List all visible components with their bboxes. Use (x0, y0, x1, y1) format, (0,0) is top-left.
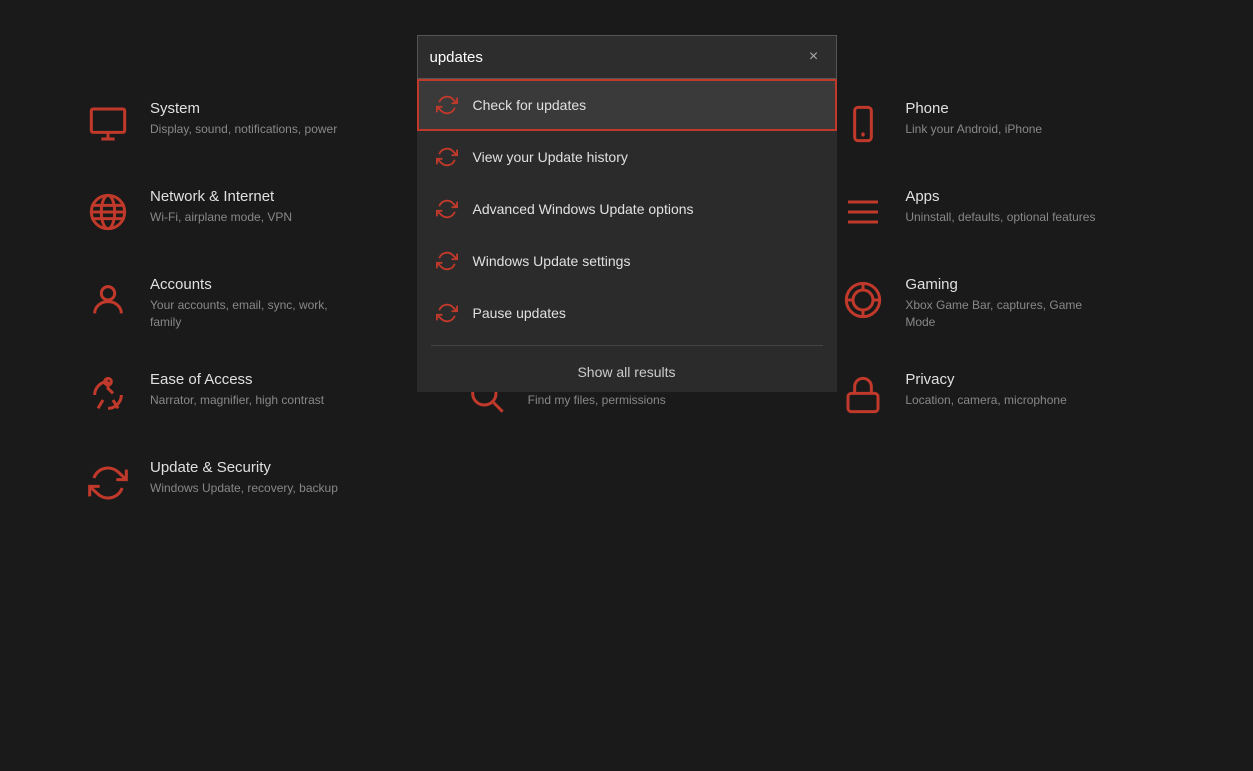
settings-item-apps[interactable]: Apps Uninstall, defaults, optional featu… (815, 168, 1193, 256)
result-update-icon-4 (433, 247, 461, 275)
accounts-subtitle: Your accounts, email, sync, work, family (150, 297, 350, 331)
ease-of-access-icon (84, 371, 132, 419)
apps-icon (839, 188, 887, 236)
settings-item-update-security[interactable]: Update & Security Windows Update, recove… (60, 439, 438, 527)
phone-icon (839, 100, 887, 148)
search-overlay: × Check for updates View your Update his… (417, 35, 837, 392)
result-label-check-for-updates: Check for updates (473, 97, 587, 113)
result-update-icon-3 (433, 195, 461, 223)
update-security-title: Update & Security (150, 459, 338, 476)
search-dropdown: Check for updates View your Update histo… (417, 79, 837, 392)
result-view-update-history[interactable]: View your Update history (417, 131, 837, 183)
search-divider (431, 345, 823, 346)
update-icon (84, 459, 132, 507)
search-clear-button[interactable]: × (804, 47, 824, 67)
settings-item-phone[interactable]: Phone Link your Android, iPhone (815, 80, 1193, 168)
system-title: System (150, 100, 337, 117)
settings-item-network[interactable]: Network & Internet Wi-Fi, airplane mode,… (60, 168, 438, 256)
settings-item-gaming[interactable]: Gaming Xbox Game Bar, captures, Game Mod… (815, 256, 1193, 351)
search-subtitle: Find my files, permissions (528, 392, 666, 409)
settings-item-ease-of-access[interactable]: Ease of Access Narrator, magnifier, high… (60, 351, 438, 439)
phone-subtitle: Link your Android, iPhone (905, 121, 1042, 138)
show-all-results-button[interactable]: Show all results (417, 352, 837, 392)
gaming-title: Gaming (905, 276, 1105, 293)
result-label-pause-updates: Pause updates (473, 305, 566, 321)
ease-of-access-title: Ease of Access (150, 371, 324, 388)
result-update-icon-2 (433, 143, 461, 171)
network-title: Network & Internet (150, 188, 292, 205)
result-windows-update-settings[interactable]: Windows Update settings (417, 235, 837, 287)
phone-title: Phone (905, 100, 1042, 117)
privacy-icon (839, 371, 887, 419)
network-subtitle: Wi-Fi, airplane mode, VPN (150, 209, 292, 226)
privacy-title: Privacy (905, 371, 1066, 388)
apps-title: Apps (905, 188, 1095, 205)
result-label-advanced-update-options: Advanced Windows Update options (473, 201, 694, 217)
ease-of-access-subtitle: Narrator, magnifier, high contrast (150, 392, 324, 409)
settings-item-system[interactable]: System Display, sound, notifications, po… (60, 80, 438, 168)
result-pause-updates[interactable]: Pause updates (417, 287, 837, 339)
result-check-for-updates[interactable]: Check for updates (417, 79, 837, 131)
result-update-icon-5 (433, 299, 461, 327)
globe-icon (84, 188, 132, 236)
search-input[interactable] (430, 49, 804, 66)
update-security-subtitle: Windows Update, recovery, backup (150, 480, 338, 497)
gaming-icon (839, 276, 887, 324)
result-update-icon-1 (433, 91, 461, 119)
settings-item-accounts[interactable]: Accounts Your accounts, email, sync, wor… (60, 256, 438, 351)
result-label-view-update-history: View your Update history (473, 149, 628, 165)
settings-item-privacy[interactable]: Privacy Location, camera, microphone (815, 351, 1193, 439)
monitor-icon (84, 100, 132, 148)
result-advanced-update-options[interactable]: Advanced Windows Update options (417, 183, 837, 235)
result-label-windows-update-settings: Windows Update settings (473, 253, 631, 269)
accounts-title: Accounts (150, 276, 350, 293)
search-box: × (417, 35, 837, 79)
apps-subtitle: Uninstall, defaults, optional features (905, 209, 1095, 226)
gaming-subtitle: Xbox Game Bar, captures, Game Mode (905, 297, 1105, 331)
system-subtitle: Display, sound, notifications, power (150, 121, 337, 138)
person-icon (84, 276, 132, 324)
privacy-subtitle: Location, camera, microphone (905, 392, 1066, 409)
